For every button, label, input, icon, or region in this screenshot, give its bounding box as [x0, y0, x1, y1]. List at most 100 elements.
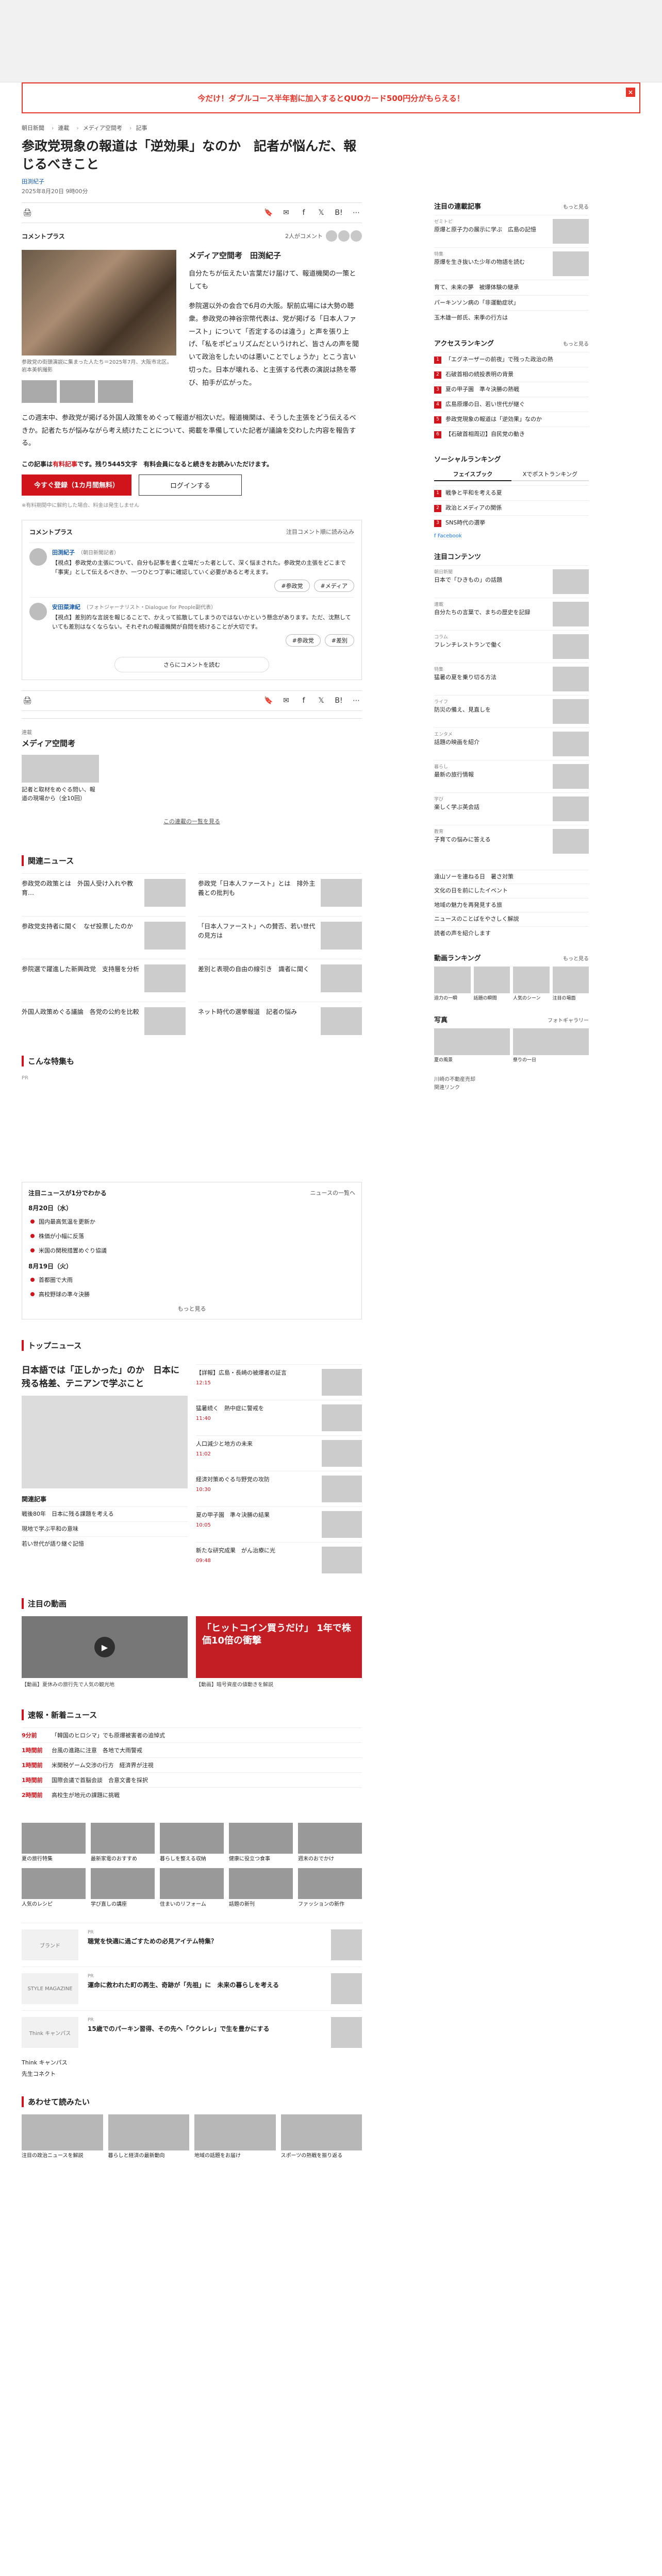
- sidebar-item[interactable]: 特集 猛暑の夏を乗り切る方法: [434, 662, 589, 695]
- ranking-item[interactable]: 3 SNS時代の選挙: [434, 515, 589, 530]
- top-news-photo[interactable]: [22, 1396, 188, 1489]
- sidebar-more-link[interactable]: もっと見る: [563, 954, 589, 962]
- ranking-item[interactable]: 1 戦争と平和を考える夏: [434, 485, 589, 500]
- related-item[interactable]: 差別と表現の自由の線引き 識者に聞く: [198, 959, 362, 993]
- ranking-item[interactable]: 5 参政党現象の報道は「逆効果」なのか: [434, 411, 589, 427]
- pr-article[interactable]: STYLE MAGAZINE PR 運命に救われた町の再生、奇跡が「先祖」に 未来…: [22, 1967, 362, 2010]
- news-list-link[interactable]: ニュースの一覧へ: [310, 1189, 355, 1197]
- sidebar-footer-link[interactable]: 関連リンク: [434, 1084, 589, 1092]
- timeline-item[interactable]: 株価が小幅に反落: [28, 1229, 355, 1243]
- related-item[interactable]: 参政党の政策とは 外国人受け入れや教育…: [22, 873, 186, 907]
- photo-card[interactable]: 祭りの一日: [513, 1028, 589, 1064]
- facebook-icon[interactable]: f: [298, 207, 309, 218]
- mail-icon[interactable]: ✉: [280, 695, 292, 706]
- recommend-card[interactable]: スポーツの熱戦を振り返る: [280, 2114, 362, 2160]
- hashtag-pill[interactable]: #差別: [324, 634, 354, 647]
- sidebar-item[interactable]: コラム フレンチレストランで働く: [434, 630, 589, 663]
- sidebar-item[interactable]: 教育 子育ての悩みに答える: [434, 824, 589, 857]
- latest-news-row[interactable]: 1時間前 米関税ゲーム交渉の行方 経済界が注視: [22, 1757, 362, 1772]
- facebook-label[interactable]: f Facebook: [434, 533, 589, 539]
- ranking-item[interactable]: 2 政治とメディアの関係: [434, 500, 589, 515]
- photo-thumbnail[interactable]: [60, 380, 95, 403]
- video-card[interactable]: ▶ 【動画】夏休みの旅行先で人気の観光地: [22, 1616, 188, 1689]
- more-icon[interactable]: ⋯: [351, 207, 362, 218]
- sidebar-text-link[interactable]: 玉木雄一郎氏、来季の行方は: [434, 310, 589, 326]
- timeline-item[interactable]: 国内最高気温を更新か: [28, 1214, 355, 1229]
- top-news-item[interactable]: 経済対策めぐる与野党の攻防 10:30: [196, 1471, 362, 1506]
- latest-news-row[interactable]: 1時間前 国際会議で首脳会談 合意文書を採択: [22, 1772, 362, 1787]
- video-ranking-card[interactable]: 話題の瞬間: [473, 967, 510, 1002]
- breadcrumb-item[interactable]: メディア空間考: [76, 124, 122, 132]
- sidebar-text-link[interactable]: 文化の日を前にしたイベント: [434, 884, 589, 898]
- timeline-item[interactable]: 首都圏で大雨: [28, 1273, 355, 1287]
- sidebar-text-link[interactable]: ニュースのことばをやさしく解説: [434, 912, 589, 926]
- photo-card[interactable]: 夏の風景: [434, 1028, 510, 1064]
- sidebar-item[interactable]: ライフ 防災の備え、見直しを: [434, 694, 589, 727]
- video-ranking-card[interactable]: 人気のシーン: [513, 967, 550, 1002]
- top-news-item[interactable]: 猛暑続く 熱中症に警戒を 11:40: [196, 1400, 362, 1435]
- breadcrumb-item[interactable]: 朝日新聞: [22, 124, 44, 132]
- promo-banner[interactable]: 今だけ！ダブルコース半年割に加入するとQUOカード500円分がもらえる！ ×: [22, 82, 640, 113]
- x-icon[interactable]: 𝕏: [316, 695, 327, 706]
- series-list-link[interactable]: この連載の一覧を見る: [22, 817, 362, 825]
- recommend-card[interactable]: 注目の政治ニュースを解説: [22, 2114, 103, 2160]
- article-photo[interactable]: [22, 250, 176, 355]
- sidebar-footer-link[interactable]: 川崎の不動産売却: [434, 1076, 589, 1084]
- comment-sort-link[interactable]: 注目コメント順に読み込み: [286, 528, 354, 536]
- video-ranking-card[interactable]: 注目の場面: [552, 967, 589, 1002]
- author-link[interactable]: 田渕紀子: [22, 178, 44, 185]
- sidebar-text-link[interactable]: 読者の声を紹介します: [434, 926, 589, 941]
- series-card[interactable]: 記者と取材をめぐる問い、報道の現場から（全10回）: [22, 755, 99, 803]
- more-comments-button[interactable]: さらにコメントを読む: [114, 657, 269, 673]
- sidebar-item[interactable]: 連載 自分たちの言葉で、まちの歴史を記録: [434, 597, 589, 630]
- commenter-name[interactable]: 田渕紀子: [52, 549, 75, 556]
- print-icon[interactable]: 🖨: [22, 207, 33, 218]
- related-link[interactable]: 若い世代が語り継ぐ記憶: [22, 1536, 188, 1551]
- sidebar-text-link[interactable]: 育て、未来の夢 被爆体験の継承: [434, 280, 589, 295]
- pr-card[interactable]: ファッションの新作: [298, 1868, 362, 1908]
- print-icon[interactable]: 🖨: [22, 695, 33, 706]
- hatena-icon[interactable]: B!: [333, 695, 344, 706]
- related-item[interactable]: 参院選で躍進した新興政党 支持層を分析: [22, 959, 186, 993]
- promo-text[interactable]: 今だけ！ダブルコース半年割に加入するとQUOカード500円分がもらえる！: [197, 93, 465, 104]
- close-icon[interactable]: ×: [626, 88, 635, 97]
- avatar[interactable]: [29, 548, 47, 566]
- bookmark-icon[interactable]: 🔖: [263, 207, 274, 218]
- pr-card[interactable]: 夏の旅行特集: [22, 1823, 86, 1863]
- commenter-name[interactable]: 安田菜津紀: [52, 604, 80, 611]
- tab-facebook[interactable]: フェイスブック: [434, 468, 511, 481]
- pr-card[interactable]: 話題の新刊: [229, 1868, 293, 1908]
- sidebar-text-link[interactable]: 遠山ソーを連ねる日 暑さ対策: [434, 869, 589, 884]
- pr-card[interactable]: 人気のレシピ: [22, 1868, 86, 1908]
- bookmark-icon[interactable]: 🔖: [263, 695, 274, 706]
- pr-card[interactable]: 最新家電のおすすめ: [91, 1823, 155, 1863]
- partner-logo[interactable]: 先生コネクト: [22, 2070, 362, 2078]
- related-item[interactable]: 「日本人ファースト」への賛否、若い世代の見方は: [198, 916, 362, 950]
- related-item[interactable]: 外国人政策めぐる議論 各党の公約を比較: [22, 1002, 186, 1036]
- commentplus-bar[interactable]: コメントプラス 2人がコメント: [22, 230, 362, 242]
- sidebar-item[interactable]: 特集 原爆を生き抜いた少年の物語を読む: [434, 247, 589, 280]
- pr-article[interactable]: Think キャンパス PR 15歳でのパーキン習得、その先へ「ウクレレ」で生を豊…: [22, 2010, 362, 2054]
- play-icon[interactable]: ▶: [94, 1637, 115, 1658]
- ranking-item[interactable]: 1 「エグネーザーの前夜」で残った政治の熱: [434, 351, 589, 367]
- related-item[interactable]: 参政党「日本人ファースト」とは 排外主義との批判も: [198, 873, 362, 907]
- latest-news-row[interactable]: 2時間前 高校生が地元の課題に挑戦: [22, 1787, 362, 1802]
- photo-thumbnail[interactable]: [98, 380, 133, 403]
- x-icon[interactable]: 𝕏: [316, 207, 327, 218]
- related-link[interactable]: 戦後80年 日本に残る課題を考える: [22, 1506, 188, 1521]
- top-news-item[interactable]: 新たな研究成果 がん治療に光 09:48: [196, 1542, 362, 1578]
- sidebar-more-link[interactable]: もっと見る: [563, 340, 589, 347]
- partner-logo[interactable]: Think キャンパス: [22, 2058, 362, 2066]
- sidebar-more-link[interactable]: もっと見る: [563, 202, 589, 210]
- pr-card[interactable]: 暮らしを整える収納: [160, 1823, 224, 1863]
- timeline-more-link[interactable]: もっと見る: [28, 1304, 355, 1313]
- timeline-item[interactable]: 米国の関税措置めぐり協議: [28, 1243, 355, 1258]
- sidebar-item[interactable]: ゼミトピ 原爆と原子力の展示に学ぶ 広島の記憶: [434, 215, 589, 247]
- hatena-icon[interactable]: B!: [333, 207, 344, 218]
- top-news-item[interactable]: 人口減少と地方の未来 11:02: [196, 1435, 362, 1471]
- subscribe-button[interactable]: 今すぐ登録（1カ月間無料）: [22, 474, 132, 496]
- related-item[interactable]: ネット時代の選挙報道 記者の悩み: [198, 1002, 362, 1036]
- pr-card[interactable]: 学び直しの講座: [91, 1868, 155, 1908]
- ranking-item[interactable]: 2 石破首相の続投表明の背景: [434, 366, 589, 382]
- sidebar-item[interactable]: エンタメ 話題の映画を紹介: [434, 727, 589, 760]
